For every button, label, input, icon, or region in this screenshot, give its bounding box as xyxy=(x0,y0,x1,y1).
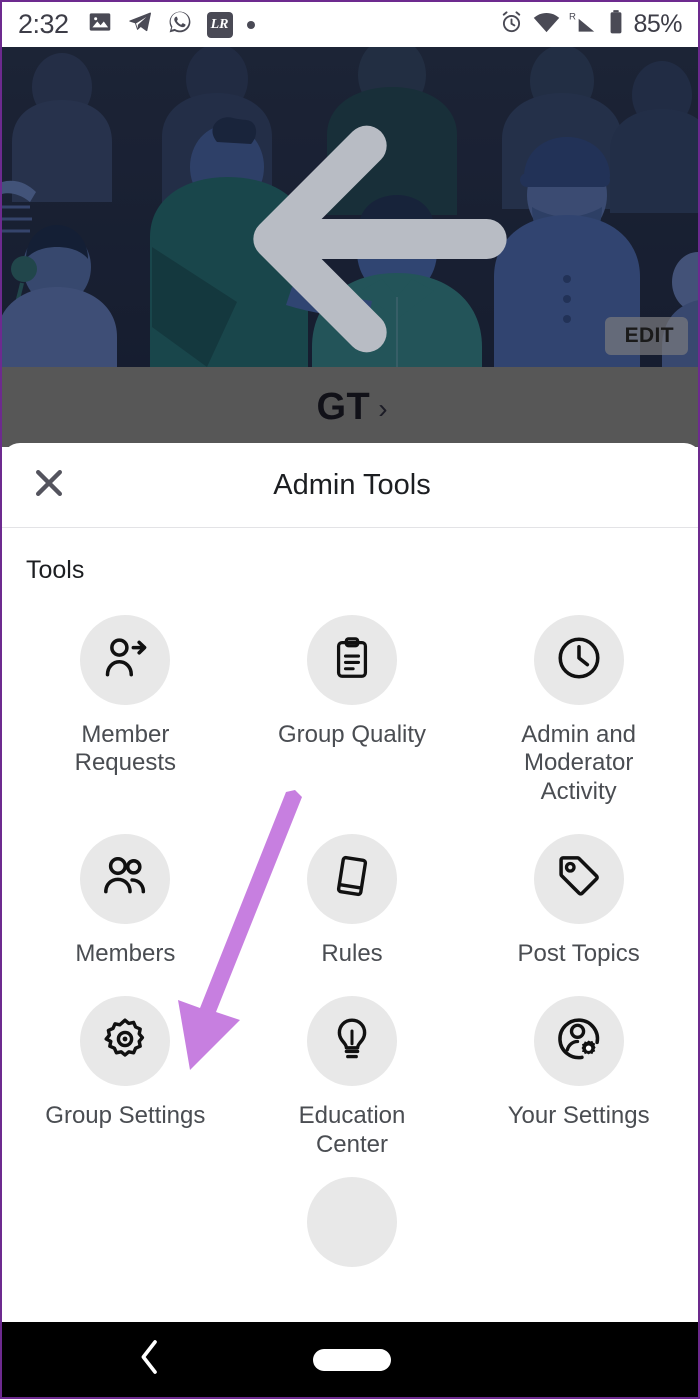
tool-icon-container xyxy=(533,996,624,1087)
tool-member-requests[interactable]: Member Requests xyxy=(12,603,239,816)
status-bar-notification-icons: LR xyxy=(87,9,255,40)
gallery-icon xyxy=(87,9,113,40)
tool-label: Rules xyxy=(321,939,383,967)
tool-label: Post Topics xyxy=(517,939,640,967)
alarm-icon xyxy=(499,10,524,40)
nav-home-pill[interactable] xyxy=(313,1348,391,1371)
tool-icon-container-partial xyxy=(307,1176,397,1267)
admin-tools-sheet: Admin Tools Tools Member Requests Group … xyxy=(2,443,698,1397)
tool-your-settings[interactable]: Your Settings xyxy=(465,984,692,1169)
tool-label: Member Requests xyxy=(74,721,177,777)
tool-label: Education Center xyxy=(298,1102,406,1158)
svg-text:R: R xyxy=(569,11,576,22)
nav-back-icon[interactable] xyxy=(137,1337,163,1383)
tool-admin-moderator-activity[interactable]: Admin and Moderator Activity xyxy=(465,603,692,816)
person-gear-icon xyxy=(554,1014,604,1069)
group-title-row[interactable]: GT › xyxy=(2,367,698,447)
clipboard-icon xyxy=(329,635,375,686)
tool-icon-container xyxy=(533,833,624,924)
roaming-signal-icon: R xyxy=(569,10,599,40)
phone-screen: 2:32 LR R 85% EDIT GT › Admin Tools Tool… xyxy=(0,0,700,1399)
status-bar: 2:32 LR R 85% xyxy=(2,2,698,47)
sheet-title: Admin Tools xyxy=(273,468,431,501)
group-badge-button[interactable] xyxy=(622,107,674,159)
tool-icon-container xyxy=(306,615,397,705)
android-nav-bar xyxy=(2,1322,698,1397)
tools-section-label: Tools xyxy=(26,556,85,584)
status-bar-time: 2:32 xyxy=(18,9,69,39)
tool-education-center[interactable]: Education Center xyxy=(239,984,466,1169)
battery-percent-label: 85% xyxy=(633,10,682,38)
chevron-right-icon[interactable]: › xyxy=(378,394,387,423)
tool-label: Your Settings xyxy=(507,1102,650,1130)
close-icon xyxy=(29,463,69,508)
tool-label: Group Quality xyxy=(277,721,427,748)
tool-label: Admin and Moderator Activity xyxy=(521,721,637,805)
tool-label: Group Settings xyxy=(45,1102,206,1130)
tool-icon-container xyxy=(80,615,171,705)
tool-group-settings[interactable]: Group Settings xyxy=(12,984,239,1169)
battery-icon xyxy=(608,9,624,40)
group-name-label: GT xyxy=(316,385,371,428)
clock-icon xyxy=(554,633,604,688)
tool-group-quality[interactable]: Group Quality xyxy=(239,603,466,816)
tool-icon-container xyxy=(533,615,624,705)
tool-icon-container xyxy=(306,833,397,924)
tag-icon xyxy=(554,851,604,906)
member-requests-icon xyxy=(100,633,150,688)
search-button[interactable] xyxy=(538,107,590,159)
tool-icon-container xyxy=(80,996,171,1087)
whatsapp-icon xyxy=(167,9,193,40)
wifi-icon xyxy=(533,10,560,40)
tool-post-topics[interactable]: Post Topics xyxy=(465,822,692,978)
sheet-header: Admin Tools xyxy=(2,443,698,528)
edit-cover-button[interactable]: EDIT xyxy=(604,317,688,355)
tools-grid: Member Requests Group Quality Admin and … xyxy=(2,597,698,1169)
tool-rules[interactable]: Rules xyxy=(239,822,466,978)
status-bar-system-icons: R 85% xyxy=(499,9,682,40)
gear-icon xyxy=(101,1015,149,1068)
book-icon xyxy=(328,852,376,905)
people-icon xyxy=(100,851,150,906)
back-button[interactable] xyxy=(30,79,507,353)
tool-icon-container xyxy=(306,996,397,1087)
lightbulb-icon xyxy=(328,1015,376,1068)
lightroom-icon: LR xyxy=(206,11,233,38)
group-cover-photo[interactable]: EDIT xyxy=(2,47,698,367)
tool-icon-container xyxy=(80,833,171,924)
dot-indicator-icon xyxy=(246,20,255,29)
telegram-icon xyxy=(127,9,153,40)
tools-next-row-partial[interactable] xyxy=(2,1169,698,1267)
tool-label: Members xyxy=(75,939,176,967)
close-button[interactable] xyxy=(24,460,74,510)
tool-members[interactable]: Members xyxy=(12,822,239,978)
